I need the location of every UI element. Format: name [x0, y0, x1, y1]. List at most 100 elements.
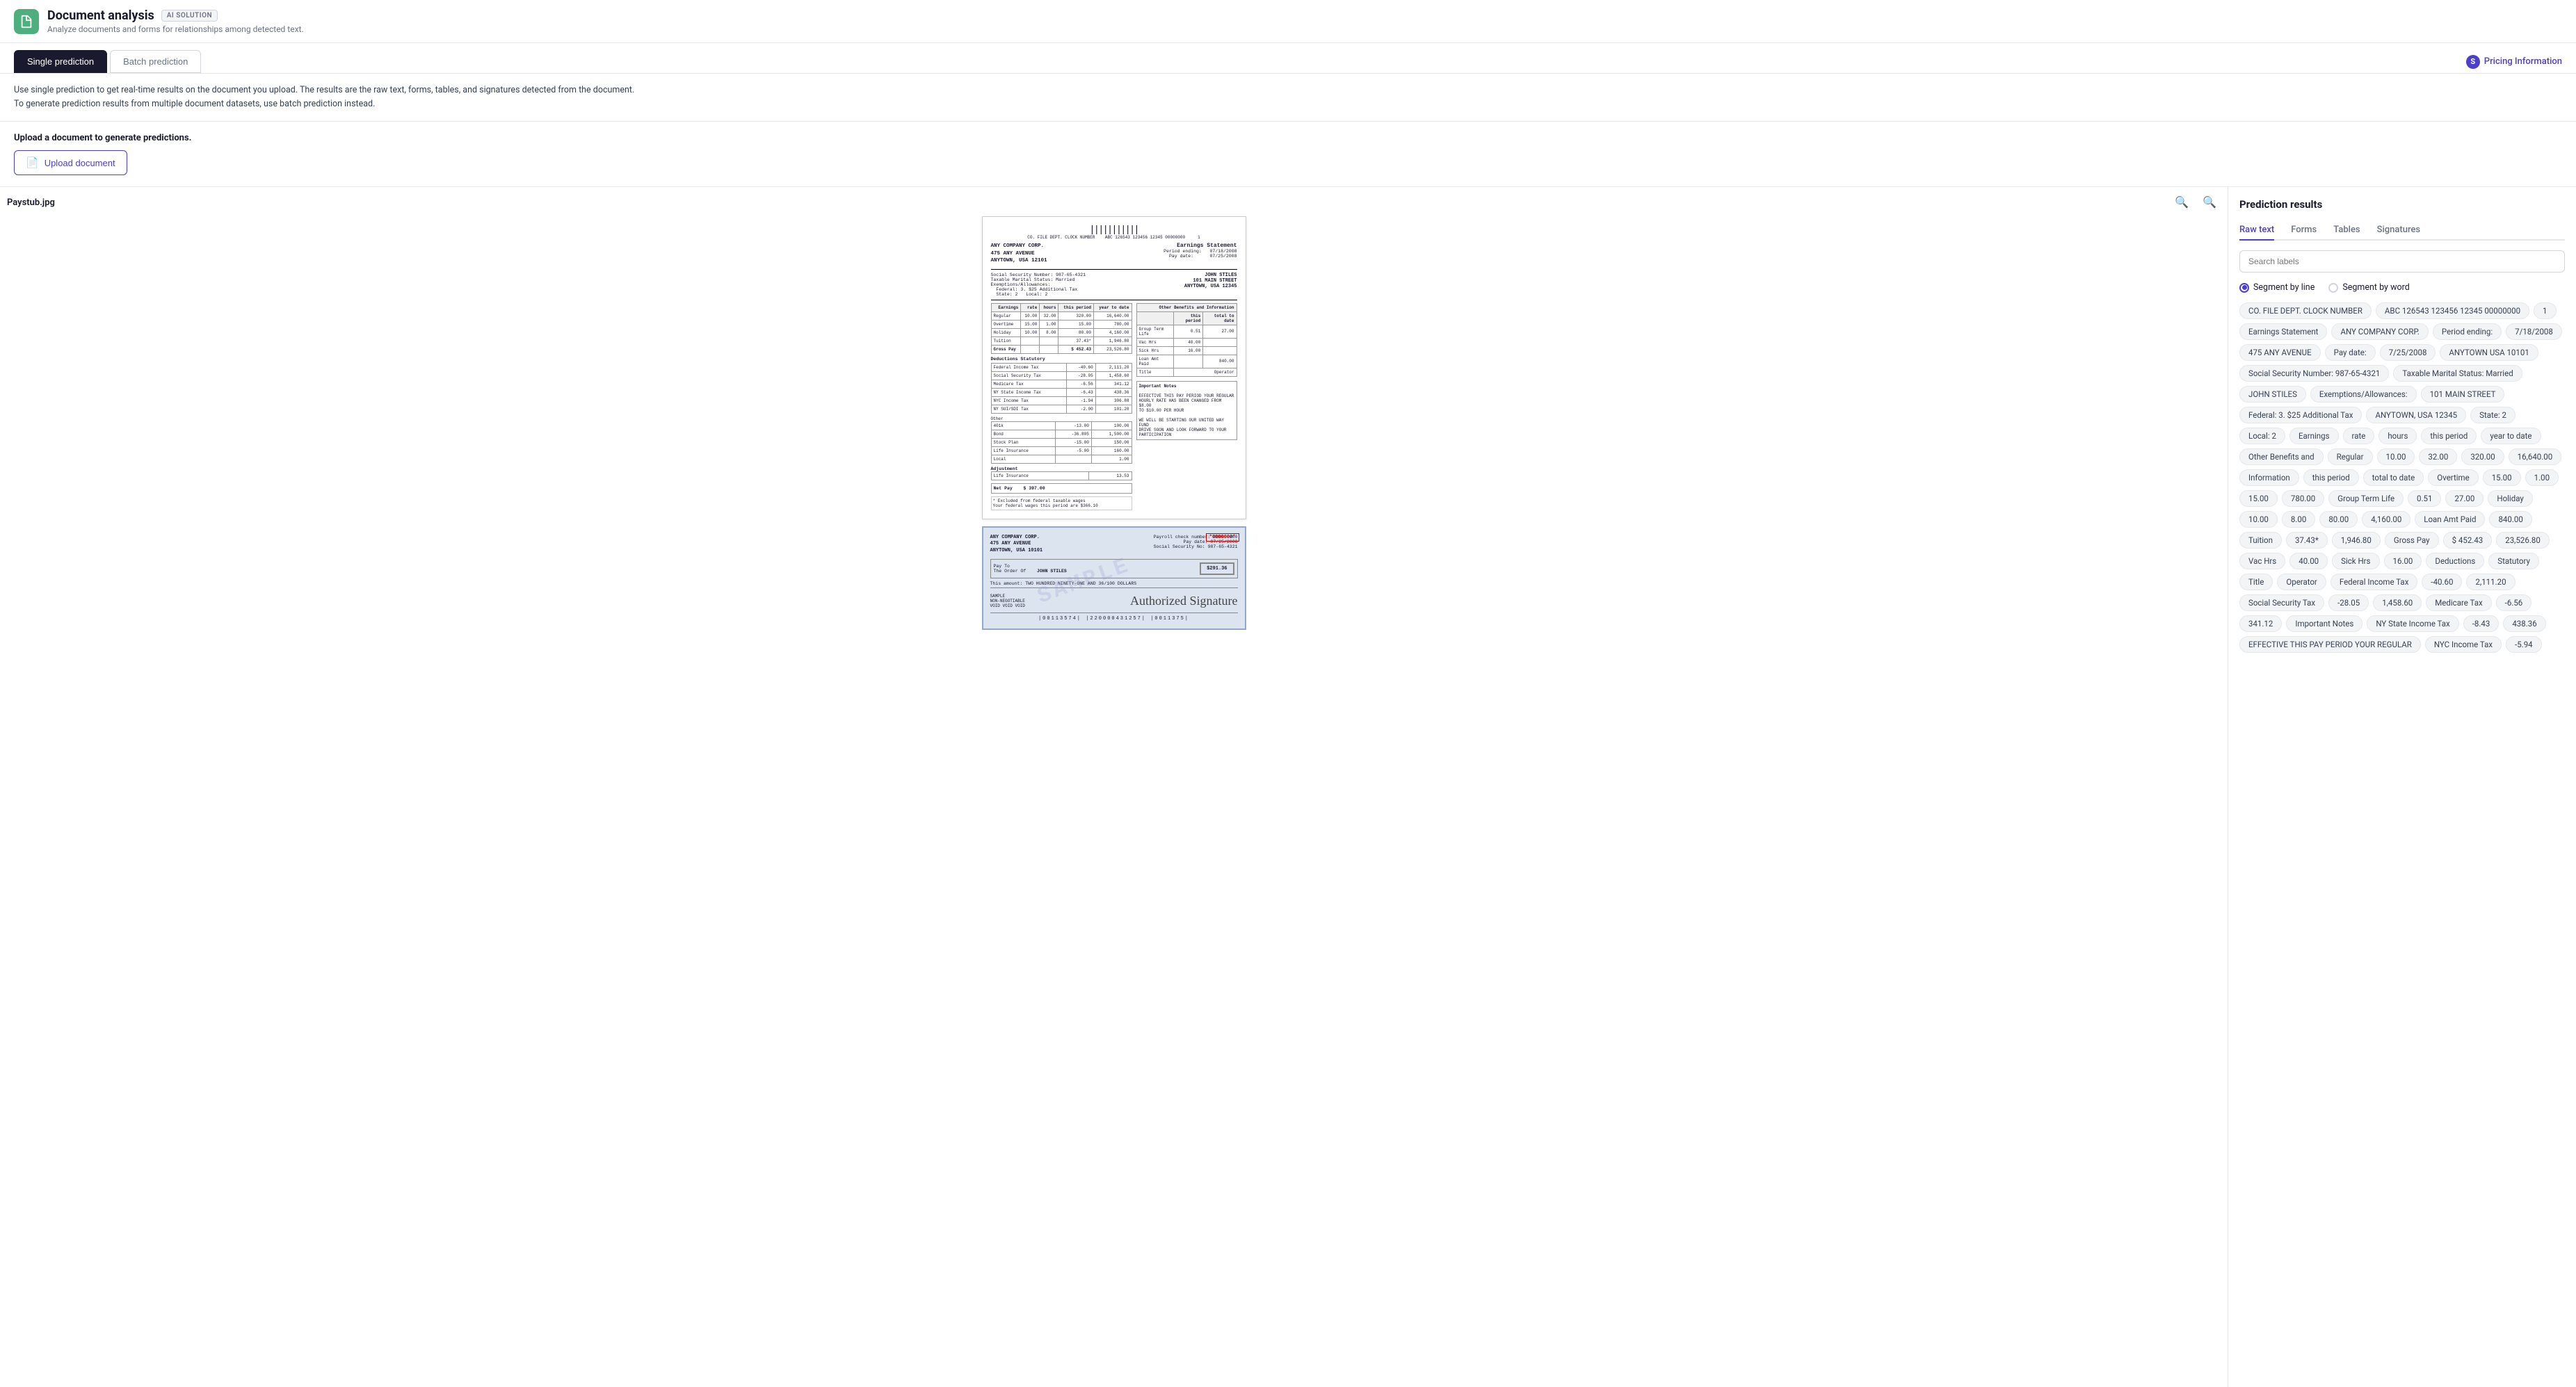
tag-item[interactable]: hours: [2378, 428, 2417, 444]
tag-item[interactable]: CO. FILE DEPT. CLOCK NUMBER: [2239, 302, 2372, 319]
tag-item[interactable]: 16,640.00: [2509, 448, 2562, 465]
tag-item[interactable]: 475 ANY AVENUE: [2239, 344, 2321, 361]
tag-item[interactable]: rate: [2343, 428, 2375, 444]
tag-item[interactable]: 780.00: [2282, 490, 2324, 507]
tag-item[interactable]: 8.00: [2282, 511, 2315, 528]
tag-item[interactable]: Federal: 3. $25 Additional Tax: [2239, 407, 2362, 423]
tag-item[interactable]: -6.56: [2496, 594, 2532, 611]
tag-item[interactable]: 438.36: [2503, 615, 2545, 632]
tag-item[interactable]: 27.00: [2445, 490, 2484, 507]
check-labels: SAMPLE NON-NEGOTIABLE VOID VOID VOID: [990, 594, 1025, 608]
tag-item[interactable]: 15.00: [2483, 469, 2521, 486]
zoom-out-button[interactable]: 🔍: [2171, 194, 2193, 211]
tag-item[interactable]: Important Notes: [2286, 615, 2362, 632]
segment-line-radio[interactable]: [2239, 283, 2249, 293]
tag-item[interactable]: Group Term Life: [2328, 490, 2404, 507]
tag-item[interactable]: Title: [2239, 574, 2273, 590]
tag-item[interactable]: 840.00: [2489, 511, 2531, 528]
tag-item[interactable]: Social Security Tax: [2239, 594, 2324, 611]
tab-single-prediction[interactable]: Single prediction: [14, 50, 107, 73]
tag-item[interactable]: Other Benefits and: [2239, 448, 2324, 465]
tag-item[interactable]: Vac Hrs: [2239, 553, 2285, 569]
tag-item[interactable]: 1,946.80: [2332, 532, 2381, 549]
tag-item[interactable]: 341.12: [2239, 615, 2282, 632]
tag-item[interactable]: 7/25/2008: [2380, 344, 2436, 361]
upload-section: Upload a document to generate prediction…: [0, 122, 2576, 187]
tag-item[interactable]: Federal Income Tax: [2331, 574, 2418, 590]
tag-item[interactable]: Exemptions/Allowances:: [2310, 386, 2417, 403]
tag-item[interactable]: 320.00: [2461, 448, 2504, 465]
document-pages[interactable]: ||||||||||| CO. FILE DEPT. CLOCK NUMBER …: [7, 216, 2221, 1374]
tag-item[interactable]: JOHN STILES: [2239, 386, 2306, 403]
tag-item[interactable]: 0.51: [2408, 490, 2441, 507]
tab-batch-prediction[interactable]: Batch prediction: [110, 50, 201, 73]
tag-item[interactable]: Overtime: [2428, 469, 2478, 486]
upload-document-button[interactable]: 📄 Upload document: [14, 150, 127, 175]
tag-item[interactable]: NYC Income Tax: [2425, 636, 2502, 653]
tag-item[interactable]: 7/18/2008: [2506, 323, 2562, 340]
segment-word-radio[interactable]: [2328, 283, 2338, 293]
tag-item[interactable]: Regular: [2328, 448, 2373, 465]
tag-item[interactable]: Operator: [2277, 574, 2326, 590]
tag-item[interactable]: 23,526.80: [2496, 532, 2550, 549]
tag-item[interactable]: 80.00: [2319, 511, 2358, 528]
segment-by-word-option[interactable]: Segment by word: [2328, 282, 2409, 293]
tag-item[interactable]: this period: [2303, 469, 2359, 486]
tag-item[interactable]: -28.05: [2328, 594, 2369, 611]
tag-item[interactable]: -40.60: [2422, 574, 2462, 590]
tag-item[interactable]: ANYTOWN, USA 12345: [2366, 407, 2466, 423]
tag-item[interactable]: EFFECTIVE THIS PAY PERIOD YOUR REGULAR: [2239, 636, 2421, 653]
tag-item[interactable]: Earnings: [2289, 428, 2339, 444]
tag-item[interactable]: $ 452.43: [2443, 532, 2493, 549]
tag-item[interactable]: Taxable Marital Status: Married: [2393, 365, 2522, 382]
tag-item[interactable]: 10.00: [2377, 448, 2415, 465]
tag-item[interactable]: Tuition: [2239, 532, 2282, 549]
tag-item[interactable]: State: 2: [2470, 407, 2515, 423]
tab-tables[interactable]: Tables: [2333, 220, 2360, 241]
pricing-link[interactable]: S Pricing Information: [2466, 55, 2562, 69]
tag-item[interactable]: year to date: [2481, 428, 2541, 444]
tag-item[interactable]: Information: [2239, 469, 2299, 486]
tag-item[interactable]: Local: 2: [2239, 428, 2285, 444]
tag-item[interactable]: Loan Amt Paid: [2415, 511, 2485, 528]
tab-signatures[interactable]: Signatures: [2377, 220, 2421, 241]
tab-raw-text[interactable]: Raw text: [2239, 220, 2274, 241]
tag-item[interactable]: Statutory: [2488, 553, 2539, 569]
result-tabs: Raw text Forms Tables Signatures: [2239, 220, 2565, 241]
tag-item[interactable]: this period: [2421, 428, 2477, 444]
tag-item[interactable]: 1,458.60: [2373, 594, 2422, 611]
tag-item[interactable]: 16.00: [2384, 553, 2422, 569]
segment-by-line-option[interactable]: Segment by line: [2239, 282, 2315, 293]
tag-item[interactable]: total to date: [2363, 469, 2424, 486]
tag-item[interactable]: Medicare Tax: [2426, 594, 2491, 611]
tag-item[interactable]: 15.00: [2239, 490, 2278, 507]
tag-item[interactable]: -5.94: [2506, 636, 2542, 653]
tag-item[interactable]: Social Security Number: 987-65-4321: [2239, 365, 2389, 382]
tag-item[interactable]: 101 MAIN STREET: [2421, 386, 2505, 403]
tag-item[interactable]: 1: [2534, 302, 2556, 319]
zoom-in-button[interactable]: 🔍: [2198, 194, 2221, 211]
tag-item[interactable]: 37.43*: [2286, 532, 2328, 549]
tag-item[interactable]: 10.00: [2239, 511, 2278, 528]
tag-item[interactable]: Earnings Statement: [2239, 323, 2327, 340]
tag-item[interactable]: Gross Pay: [2385, 532, 2439, 549]
document-viewer: Paystub.jpg 🔍 🔍 ||||||||||| CO. FILE DEP…: [0, 187, 2228, 1387]
tag-item[interactable]: Deductions: [2426, 553, 2484, 569]
search-labels-input[interactable]: [2239, 250, 2565, 273]
tag-item[interactable]: Holiday: [2488, 490, 2532, 507]
tag-item[interactable]: Sick Hrs: [2332, 553, 2379, 569]
app-title: Document analysis AI SOLUTION: [47, 8, 304, 23]
tag-item[interactable]: 32.00: [2419, 448, 2457, 465]
tab-forms[interactable]: Forms: [2291, 220, 2317, 241]
tag-item[interactable]: ANY COMPANY CORP.: [2331, 323, 2428, 340]
tag-item[interactable]: -8.43: [2463, 615, 2499, 632]
tag-item[interactable]: 4,160.00: [2362, 511, 2410, 528]
tag-item[interactable]: ANYTOWN USA 10101: [2440, 344, 2538, 361]
tag-item[interactable]: NY State Income Tax: [2367, 615, 2458, 632]
tag-item[interactable]: ABC 126543 123456 12345 00000000: [2376, 302, 2529, 319]
tag-item[interactable]: 1.00: [2525, 469, 2559, 486]
tag-item[interactable]: Period ending:: [2433, 323, 2502, 340]
tag-item[interactable]: Pay date:: [2325, 344, 2376, 361]
tag-item[interactable]: 40.00: [2289, 553, 2328, 569]
tag-item[interactable]: 2,111.20: [2466, 574, 2515, 590]
